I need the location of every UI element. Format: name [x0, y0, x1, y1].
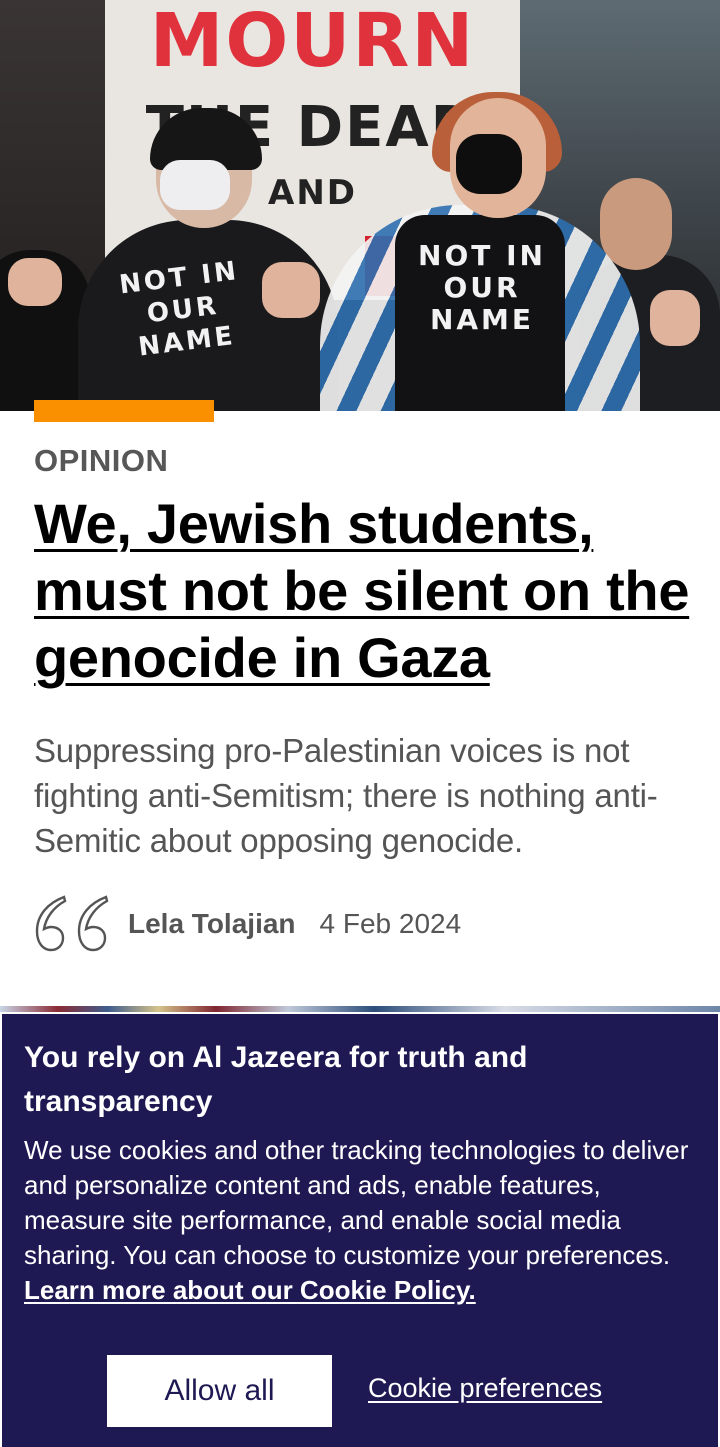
- linked-hands-center: [262, 262, 320, 318]
- linked-hands-right: [650, 290, 700, 346]
- shirt-slogan-right-line-3: NAME: [429, 303, 535, 336]
- cookie-consent-banner: You rely on Al Jazeera for truth and tra…: [0, 1012, 720, 1447]
- article-standfirst: Suppressing pro-Palestinian voices is no…: [34, 732, 658, 859]
- cookie-banner-title: You rely on Al Jazeera for truth and tra…: [24, 1041, 528, 1118]
- category-accent-bar: [34, 400, 214, 422]
- article-byline: Lela Tolajian 4 Feb 2024: [34, 893, 461, 955]
- hero-image[interactable]: MOURN THE DEAD AND NOT IN OUR NAME NOT I…: [0, 0, 720, 411]
- banner-text-line-1: MOURN: [149, 0, 476, 84]
- cookie-banner-body: We use cookies and other tracking techno…: [24, 1135, 689, 1270]
- publish-date: 4 Feb 2024: [319, 908, 462, 939]
- protester-right-head: [600, 178, 672, 270]
- author-name[interactable]: Lela Tolajian: [128, 908, 296, 940]
- protester-center-mask: [456, 134, 522, 194]
- allow-all-button[interactable]: Allow all: [107, 1355, 332, 1427]
- article-headline-link[interactable]: We, Jewish students, must not be silent …: [34, 490, 704, 691]
- opinion-quote-icon: [35, 895, 109, 952]
- cookie-policy-link[interactable]: Learn more about our Cookie Policy.: [24, 1275, 476, 1305]
- shirt-slogan-right: NOT IN OUR NAME: [402, 240, 562, 336]
- article-category[interactable]: OPINION: [34, 443, 168, 479]
- cookie-banner-text: We use cookies and other tracking techno…: [24, 1133, 704, 1308]
- shirt-slogan-left: NOT IN OUR NAME: [103, 253, 264, 367]
- protester-left-mask: [160, 160, 230, 210]
- cookie-preferences-link[interactable]: Cookie preferences: [368, 1373, 602, 1404]
- shirt-slogan-right-line-1: NOT IN: [418, 239, 546, 272]
- shirt-slogan-right-line-2: OUR: [443, 271, 521, 304]
- linked-hands-left: [8, 258, 62, 306]
